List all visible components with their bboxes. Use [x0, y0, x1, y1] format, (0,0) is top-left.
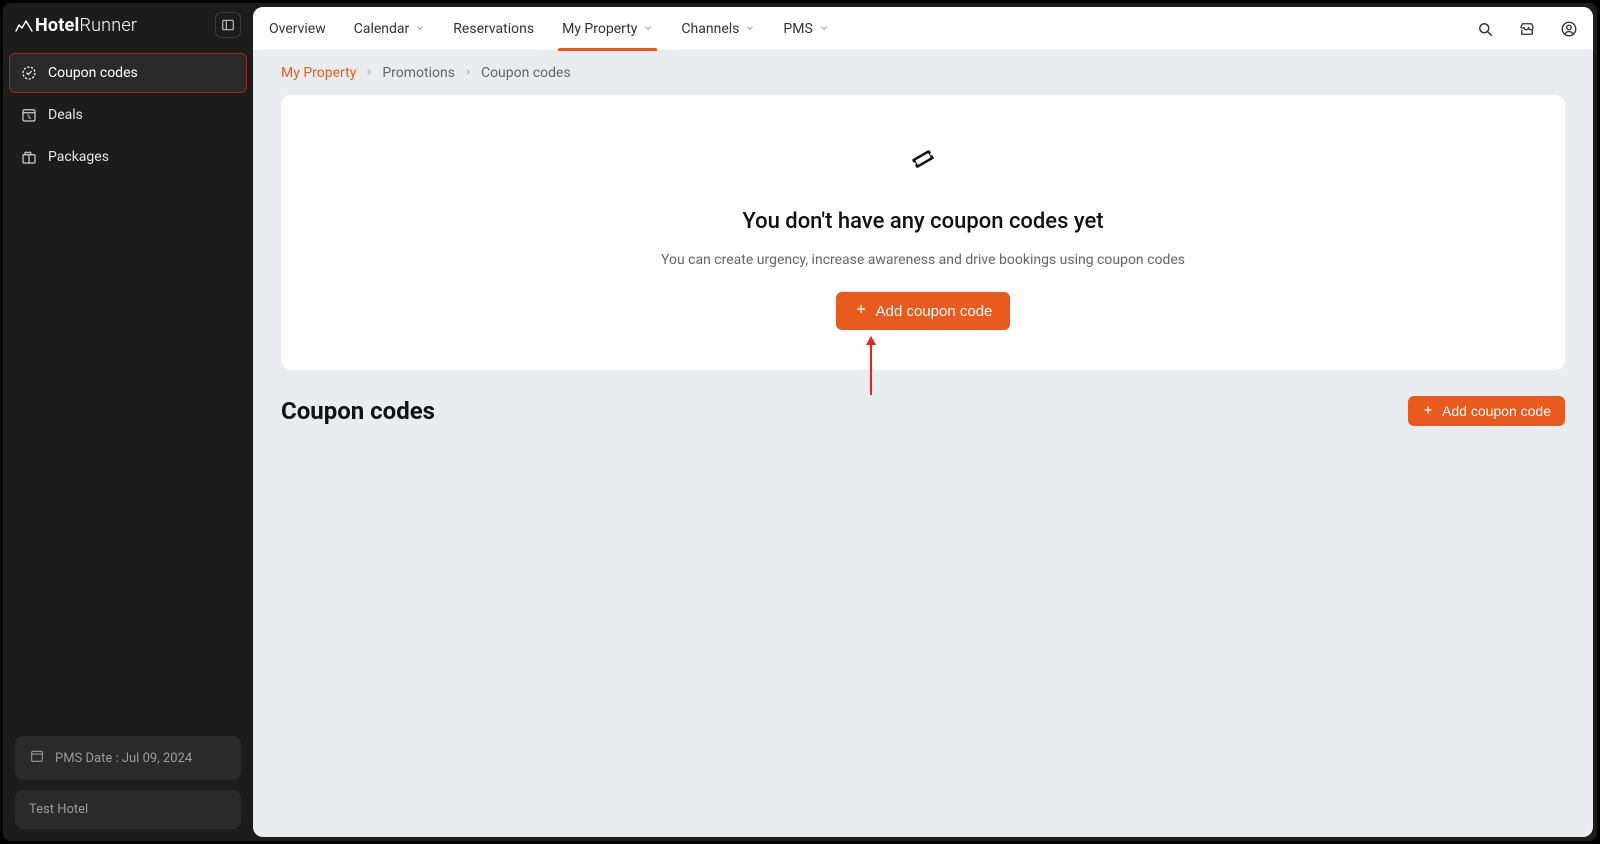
- search-icon: [1476, 20, 1494, 38]
- chevron-down-icon: [643, 21, 653, 37]
- tab-my-property[interactable]: My Property: [550, 7, 665, 50]
- tab-label: PMS: [783, 21, 812, 37]
- button-label: Add coupon code: [876, 303, 993, 320]
- logo-mark-icon: [15, 18, 33, 32]
- breadcrumb-coupon-codes: Coupon codes: [481, 65, 571, 81]
- app-shell: HotelRunner Coupon codes % Deals: [3, 3, 1597, 841]
- tab-calendar[interactable]: Calendar: [342, 7, 438, 50]
- tab-label: Overview: [269, 21, 326, 37]
- tab-label: Channels: [681, 21, 739, 37]
- breadcrumb-my-property[interactable]: My Property: [281, 65, 356, 81]
- tab-label: Reservations: [453, 21, 534, 37]
- brand-name-a: Hotel: [35, 15, 79, 36]
- coupon-icon: [20, 64, 38, 82]
- chevron-down-icon: [745, 21, 755, 37]
- tab-channels[interactable]: Channels: [669, 7, 767, 50]
- apps-button[interactable]: [1515, 17, 1539, 41]
- tab-pms[interactable]: PMS: [771, 7, 840, 50]
- add-coupon-button-primary[interactable]: Add coupon code: [836, 292, 1011, 330]
- svg-text:%: %: [27, 114, 32, 121]
- user-circle-icon: [1560, 20, 1578, 38]
- brand-logo[interactable]: HotelRunner: [15, 15, 215, 36]
- section-title: Coupon codes: [281, 397, 435, 425]
- brand-name-b: Runner: [79, 15, 137, 36]
- pms-date-pill[interactable]: PMS Date : Jul 09, 2024: [15, 736, 241, 780]
- pms-date-label: PMS Date : Jul 09, 2024: [55, 751, 192, 766]
- sidebar-item-deals[interactable]: % Deals: [9, 95, 247, 135]
- tab-label: Calendar: [354, 21, 410, 37]
- chevron-right-icon: [364, 65, 374, 81]
- chevron-down-icon: [819, 21, 829, 37]
- ticket-icon: [305, 127, 1541, 191]
- topbar-actions: [1473, 7, 1581, 50]
- sidebar-header: HotelRunner: [3, 3, 253, 47]
- topnav: Overview Calendar Reservations My Proper…: [257, 7, 841, 50]
- hotel-name: Test Hotel: [29, 802, 88, 817]
- section-header: Coupon codes Add coupon code: [281, 396, 1565, 426]
- sidebar: HotelRunner Coupon codes % Deals: [3, 3, 253, 841]
- button-label: Add coupon code: [1442, 403, 1551, 419]
- main-panel: Overview Calendar Reservations My Proper…: [253, 7, 1593, 837]
- sidebar-item-label: Packages: [48, 149, 109, 165]
- sidebar-item-label: Coupon codes: [48, 65, 138, 81]
- panel-collapse-icon: [221, 18, 235, 32]
- empty-state-subtitle: You can create urgency, increase awarene…: [305, 252, 1541, 268]
- sidebar-collapse-button[interactable]: [215, 12, 241, 38]
- tab-reservations[interactable]: Reservations: [441, 7, 546, 50]
- breadcrumb-promotions[interactable]: Promotions: [382, 65, 455, 81]
- add-coupon-button-secondary[interactable]: Add coupon code: [1408, 396, 1565, 426]
- calendar-icon: [29, 748, 45, 768]
- sidebar-nav: Coupon codes % Deals Packages: [3, 47, 253, 183]
- plus-icon: [854, 302, 868, 320]
- chevron-down-icon: [415, 21, 425, 37]
- sidebar-item-packages[interactable]: Packages: [9, 137, 247, 177]
- chevron-right-icon: [463, 65, 473, 81]
- sidebar-item-coupon-codes[interactable]: Coupon codes: [9, 53, 247, 93]
- hotel-selector-pill[interactable]: Test Hotel: [15, 790, 241, 829]
- account-button[interactable]: [1557, 17, 1581, 41]
- tab-label: My Property: [562, 21, 637, 37]
- tab-overview[interactable]: Overview: [257, 7, 338, 50]
- empty-state-card: You don't have any coupon codes yet You …: [281, 95, 1565, 370]
- search-button[interactable]: [1473, 17, 1497, 41]
- content: You don't have any coupon codes yet You …: [253, 89, 1593, 837]
- plus-icon: [1422, 403, 1434, 419]
- sidebar-item-label: Deals: [48, 107, 83, 123]
- topbar: Overview Calendar Reservations My Proper…: [253, 7, 1593, 51]
- deals-icon: %: [20, 106, 38, 124]
- breadcrumb: My Property Promotions Coupon codes: [253, 51, 1593, 89]
- empty-state-title: You don't have any coupon codes yet: [305, 209, 1541, 234]
- storefront-icon: [1518, 20, 1536, 38]
- gift-icon: [20, 148, 38, 166]
- sidebar-footer: PMS Date : Jul 09, 2024 Test Hotel: [3, 724, 253, 841]
